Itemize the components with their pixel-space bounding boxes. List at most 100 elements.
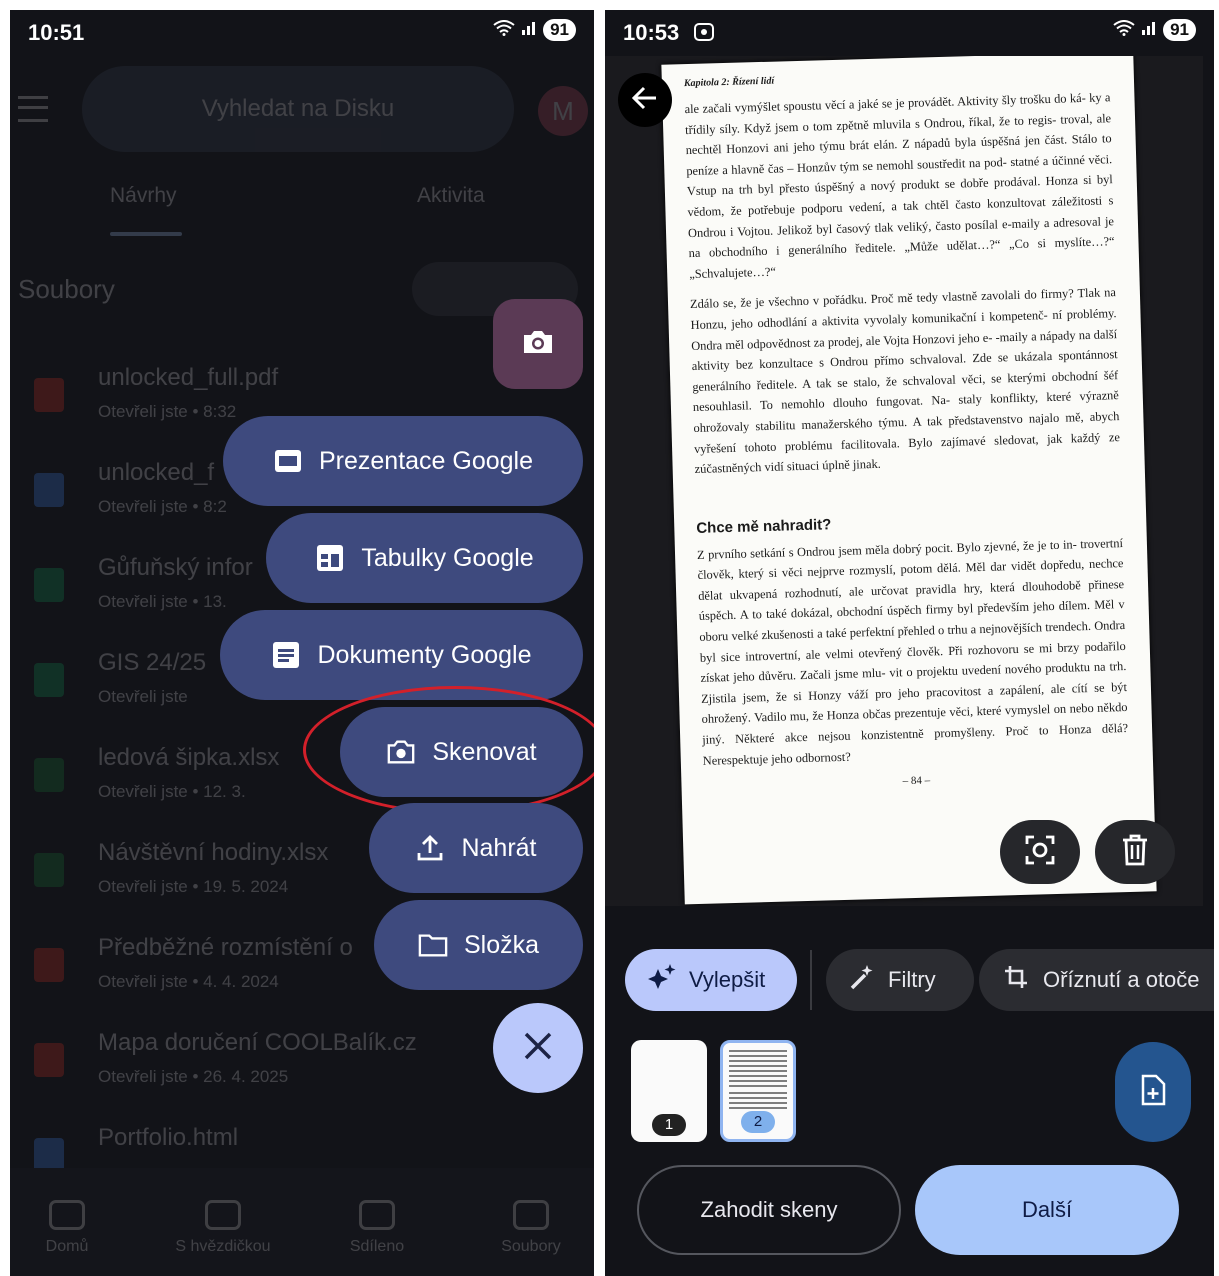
- nav-home[interactable]: Domů: [10, 1200, 132, 1256]
- excel-file-icon: [34, 853, 64, 887]
- wifi-icon: [1113, 19, 1135, 41]
- status-bar: 10:51 91: [10, 10, 594, 56]
- excel-file-icon: [34, 758, 64, 792]
- bottom-navigation: Domů S hvězdičkou Sdíleno Soubory: [10, 1168, 594, 1276]
- file-name: Mapa doručení COOLBalík.cz: [98, 1029, 417, 1056]
- page-thumbnail[interactable]: 1: [631, 1040, 707, 1142]
- filters-label: Filtry: [888, 967, 936, 992]
- camera-icon: [521, 328, 555, 361]
- screen-record-icon: [693, 22, 715, 48]
- battery-indicator: 91: [1163, 19, 1196, 41]
- rescan-icon: [1023, 833, 1057, 872]
- nav-label: Sdíleno: [349, 1238, 405, 1255]
- new-document-button[interactable]: Dokumenty Google: [220, 610, 583, 700]
- status-bar: 10:53 91: [605, 10, 1214, 56]
- trash-icon: [1120, 833, 1150, 872]
- paragraph: Z prvního setkání s Ondrou jsem měla dob…: [696, 535, 1129, 768]
- nav-label: S hvězdičkou: [175, 1238, 271, 1255]
- sheets-label: Tabulky Google: [361, 543, 534, 572]
- search-bar[interactable]: Vyhledat na Disku: [82, 66, 514, 152]
- folder-icon: [418, 930, 448, 960]
- wifi-icon: [493, 19, 515, 41]
- slides-icon: [273, 446, 303, 476]
- shared-icon: [359, 1200, 395, 1230]
- folder-icon: [513, 1200, 549, 1230]
- file-name: unlocked_f: [98, 459, 215, 486]
- crop-rotate-label: Oříznutí a otoče: [1043, 967, 1200, 992]
- next-button[interactable]: Další: [915, 1165, 1179, 1255]
- magic-wand-icon: [848, 963, 876, 997]
- file-name: Návštěvní hodiny.xlsx: [98, 839, 329, 866]
- nav-starred[interactable]: S hvězdičkou: [158, 1200, 288, 1256]
- file-name: Gůfuňský infor: [98, 554, 253, 581]
- file-meta: Otevřeli jste • 19. 5. 2024: [98, 877, 289, 896]
- upload-icon: [415, 833, 445, 863]
- sheet-file-icon: [34, 663, 64, 697]
- delete-button[interactable]: [1095, 820, 1175, 884]
- folder-label: Složka: [463, 930, 540, 959]
- chapter-header: Kapitola 2: Řízení lidí: [683, 75, 775, 90]
- avatar[interactable]: M: [538, 86, 588, 136]
- paragraph: Zdálo se, že je všechno v pořádku. Proč …: [689, 285, 1121, 477]
- discard-scans-button[interactable]: Zahodit skeny: [637, 1165, 901, 1255]
- file-meta: Otevřeli jste: [98, 687, 188, 706]
- nav-files[interactable]: Soubory: [466, 1200, 594, 1256]
- file-name: unlocked_full.pdf: [98, 364, 279, 391]
- page-thumbnail-selected[interactable]: 2: [720, 1040, 796, 1142]
- section-title: Soubory: [18, 274, 115, 304]
- camera-button[interactable]: [493, 299, 583, 389]
- enhance-label: Vylepšit: [689, 967, 766, 992]
- upload-label: Nahrát: [461, 833, 537, 862]
- signal-icon: [521, 20, 537, 41]
- file-meta: Otevřeli jste • 13.: [98, 592, 227, 611]
- add-page-button[interactable]: [1115, 1042, 1191, 1142]
- file-meta: Otevřeli jste • 12. 3.: [98, 782, 246, 801]
- signal-icon: [1141, 20, 1157, 41]
- home-icon: [49, 1200, 85, 1230]
- avatar-letter: M: [552, 95, 574, 126]
- chip-divider: [810, 950, 812, 1010]
- file-name: Předběžné rozmístění o: [98, 934, 353, 961]
- filters-chip[interactable]: Filtry: [826, 949, 974, 1011]
- docs-icon: [271, 640, 301, 670]
- scan-button[interactable]: Skenovat: [340, 707, 583, 797]
- tab-activity[interactable]: Aktivita: [417, 184, 485, 208]
- discard-label: Zahodit skeny: [700, 1197, 838, 1222]
- enhance-chip[interactable]: Vylepšit: [625, 949, 797, 1011]
- back-button[interactable]: [618, 73, 672, 127]
- upload-button[interactable]: Nahrát: [369, 803, 583, 893]
- file-name: Portfolio.html: [98, 1124, 239, 1151]
- close-button[interactable]: [493, 1003, 583, 1093]
- nav-shared[interactable]: Sdíleno: [312, 1200, 442, 1256]
- star-icon: [205, 1200, 241, 1230]
- sheets-icon: [315, 543, 345, 573]
- doc-file-icon: [34, 473, 64, 507]
- tab-suggestions[interactable]: Návrhy: [110, 184, 177, 208]
- file-name: GIS 24/25: [98, 649, 207, 676]
- rescan-button[interactable]: [1000, 820, 1080, 884]
- crop-rotate-chip[interactable]: Oříznutí a otoče: [979, 949, 1214, 1011]
- scan-review-screen: 10:53 91 Kapitola 2: Řízení lidí ale zač…: [605, 10, 1214, 1276]
- crop-rotate-icon: [1001, 962, 1031, 998]
- thumbnail-number: 2: [741, 1111, 775, 1133]
- file-meta: Otevřeli jste • 8:32: [98, 402, 237, 421]
- status-time: 10:53: [623, 20, 715, 48]
- status-time: 10:51: [28, 20, 85, 45]
- search-placeholder: Vyhledat na Disku: [201, 95, 395, 122]
- thumbnail-number: 1: [652, 1114, 686, 1136]
- pdf-file-icon: [34, 378, 64, 412]
- file-name: ledová šipka.xlsx: [98, 744, 280, 771]
- new-spreadsheet-button[interactable]: Tabulky Google: [266, 513, 583, 603]
- new-presentation-button[interactable]: Prezentace Google: [223, 416, 583, 506]
- paragraph: ale začali vymýšlet spoustu věcí a jaké …: [684, 90, 1115, 281]
- tab-indicator: [110, 232, 182, 236]
- scan-camera-icon: [386, 737, 416, 767]
- scanned-page: Kapitola 2: Řízení lidí ale začali vymýš…: [661, 56, 1157, 905]
- menu-icon[interactable]: [18, 96, 48, 122]
- new-folder-button[interactable]: Složka: [374, 900, 583, 990]
- status-icons: 91: [493, 19, 576, 41]
- html-file-icon: [34, 1138, 64, 1172]
- file-meta: Otevřeli jste • 4. 4. 2024: [98, 972, 279, 991]
- file-meta: Otevřeli jste • 8:2: [98, 497, 227, 516]
- map-file-icon: [34, 948, 64, 982]
